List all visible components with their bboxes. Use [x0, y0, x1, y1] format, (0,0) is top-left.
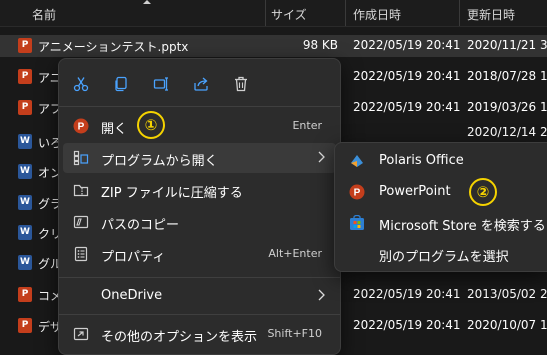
file-row[interactable]: P アニメーションテスト.pptx 98 KB 2022/05/19 20:41…	[0, 35, 547, 57]
submenu-label: Polaris Office	[379, 153, 464, 168]
share-icon	[194, 77, 208, 91]
column-updated[interactable]: 更新日時	[467, 6, 515, 23]
file-created: 2022/05/19 20:41	[353, 69, 461, 83]
column-divider[interactable]	[265, 0, 266, 26]
submenu-label: 別のプログラムを選択	[379, 250, 509, 265]
more-options-icon	[73, 327, 89, 341]
powerpoint-file-icon: P	[18, 38, 32, 53]
menu-divider	[59, 314, 340, 315]
more-options-item[interactable]: その他のオプションを表示 Shift+F10	[63, 319, 336, 349]
word-file-icon: W	[18, 134, 32, 149]
more-options-label: その他のオプションを表示	[101, 330, 258, 345]
open-with-submenu: Polaris Office P PowerPoint Microsoft St…	[334, 142, 547, 272]
submenu-item-polaris[interactable]: Polaris Office	[339, 146, 547, 176]
file-updated: 2020/10/07 10:1	[467, 318, 547, 332]
column-divider[interactable]	[345, 0, 346, 26]
delete-button[interactable]	[227, 71, 255, 97]
column-divider[interactable]	[459, 0, 460, 26]
properties-shortcut: Alt+Enter	[268, 247, 322, 260]
compress-zip-item[interactable]: ZIP ファイルに圧縮する	[63, 175, 336, 205]
word-file-icon: W	[18, 195, 32, 210]
file-created: 2022/05/19 20:41	[353, 318, 461, 332]
share-button[interactable]	[187, 71, 215, 97]
file-updated: 2013/05/02 22:5	[467, 287, 547, 301]
onedrive-label: OneDrive	[101, 288, 163, 303]
powerpoint-file-icon: P	[18, 287, 32, 302]
open-with-item[interactable]: プログラムから開く	[63, 143, 336, 173]
compress-zip-label: ZIP ファイルに圧縮する	[101, 186, 243, 201]
chevron-right-icon	[318, 151, 325, 163]
more-options-shortcut: Shift+F10	[267, 327, 322, 340]
open-item[interactable]: P 開く Enter	[63, 111, 336, 141]
submenu-item-powerpoint[interactable]: P PowerPoint	[339, 177, 547, 207]
file-created: 2022/05/19 20:41	[353, 100, 461, 114]
column-name[interactable]: 名前	[32, 6, 56, 23]
zip-folder-icon	[73, 184, 89, 197]
file-size: 98 KB	[302, 38, 338, 52]
open-with-label: プログラムから開く	[101, 154, 218, 169]
copy-path-icon	[73, 215, 89, 229]
open-shortcut: Enter	[292, 119, 322, 132]
column-created[interactable]: 作成日時	[353, 6, 401, 23]
microsoft-store-icon	[350, 215, 364, 230]
column-header: 名前 サイズ 作成日時 更新日時	[0, 0, 547, 27]
submenu-label: Microsoft Store を検索する	[379, 219, 546, 234]
file-name: アニメーションテスト.pptx	[38, 40, 189, 54]
context-menu: P 開く Enter ① プログラムから開く ZIP ファイルに圧縮する パスの	[58, 58, 341, 355]
open-label: 開く	[101, 122, 128, 137]
word-file-icon: W	[18, 225, 32, 240]
file-updated: 2020/11/21 3:22	[467, 38, 547, 52]
properties-label: プロパティ	[101, 250, 166, 265]
properties-item[interactable]: プロパティ Alt+Enter	[63, 239, 336, 269]
file-updated: 2020/12/14 20:0	[467, 125, 547, 139]
copy-button[interactable]	[107, 71, 135, 97]
column-size[interactable]: サイズ	[271, 6, 307, 23]
powerpoint-icon: P	[73, 118, 89, 134]
onedrive-item[interactable]: OneDrive	[63, 281, 336, 311]
copy-path-item[interactable]: パスのコピー	[63, 207, 336, 237]
submenu-label: PowerPoint	[379, 184, 451, 199]
polaris-office-icon	[351, 155, 363, 167]
word-file-icon: W	[18, 164, 32, 179]
submenu-item-choose-program[interactable]: 別のプログラムを選択	[339, 239, 547, 269]
file-created: 2022/05/19 20:41	[353, 287, 461, 301]
copy-icon	[115, 76, 127, 92]
rename-button[interactable]	[147, 71, 175, 97]
cut-icon	[73, 77, 89, 92]
delete-icon	[235, 76, 247, 92]
copy-path-label: パスのコピー	[101, 218, 180, 233]
powerpoint-file-icon: P	[18, 318, 32, 333]
cut-button[interactable]	[67, 71, 95, 97]
properties-icon	[74, 246, 88, 262]
sort-ascending-icon[interactable]	[143, 0, 151, 4]
svg-text:P: P	[78, 122, 85, 133]
file-created: 2022/05/19 20:41	[353, 38, 461, 52]
powerpoint-icon: P	[349, 184, 365, 200]
chevron-right-icon	[318, 289, 325, 301]
file-updated: 2018/07/28 14:5	[467, 69, 547, 83]
rename-icon	[153, 77, 168, 91]
menu-divider	[59, 277, 340, 278]
menu-divider	[59, 106, 340, 107]
powerpoint-file-icon: P	[18, 69, 32, 84]
open-with-icon	[73, 150, 89, 166]
svg-text:P: P	[354, 188, 361, 199]
callout-badge: ②	[469, 178, 497, 206]
callout-badge: ①	[137, 111, 165, 139]
powerpoint-file-icon: P	[18, 100, 32, 115]
file-updated: 2019/03/26 16:4	[467, 100, 547, 114]
submenu-item-store[interactable]: Microsoft Store を検索する	[339, 208, 547, 238]
word-file-icon: W	[18, 255, 32, 270]
